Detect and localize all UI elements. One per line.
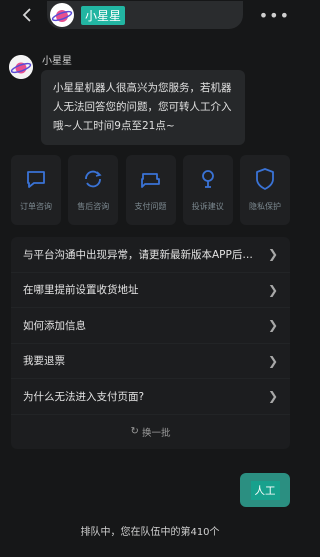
chat-header: 小星星 ••• bbox=[0, 0, 300, 30]
shield-icon bbox=[256, 168, 274, 190]
shortcut-label: 隐私保护 bbox=[249, 202, 281, 211]
lightbulb-icon bbox=[201, 170, 214, 188]
bot-avatar-icon bbox=[9, 55, 33, 79]
faq-item[interactable]: 我要退票 ❯ bbox=[11, 344, 290, 379]
chevron-right-icon: ❯ bbox=[267, 353, 278, 368]
human-agent-label: 人工 bbox=[250, 480, 280, 500]
more-options-icon[interactable]: ••• bbox=[259, 6, 290, 25]
faq-item[interactable]: 为什么无法进入支付页面? ❯ bbox=[11, 379, 290, 415]
faq-question: 如何添加信息 bbox=[23, 319, 86, 332]
queue-status: 排队中，您在队伍中的第410个 bbox=[80, 527, 220, 538]
chevron-right-icon: ❯ bbox=[267, 282, 278, 297]
shortcut-label: 售后咨询 bbox=[77, 202, 110, 211]
refresh-label: 换一批 bbox=[141, 427, 171, 439]
shortcut-feedback[interactable]: 投诉建议 bbox=[182, 155, 233, 225]
faq-item[interactable]: 如何添加信息 ❯ bbox=[11, 308, 290, 344]
refresh-icon: ↻ bbox=[130, 426, 139, 437]
shortcut-aftersale[interactable]: 售后咨询 bbox=[68, 155, 119, 225]
bot-avatar-icon bbox=[50, 3, 74, 27]
refresh-chat-icon bbox=[85, 170, 102, 188]
chevron-right-icon: ❯ bbox=[267, 247, 278, 262]
faq-question: 在哪里提前设置收货地址 bbox=[23, 284, 139, 297]
chevron-right-icon: ❯ bbox=[267, 389, 278, 404]
shortcut-payment[interactable]: 支付问题 bbox=[125, 155, 176, 225]
back-button[interactable] bbox=[17, 5, 37, 25]
chevron-left-icon bbox=[22, 8, 31, 22]
shortcut-privacy[interactable]: 隐私保护 bbox=[240, 155, 290, 225]
wallet-icon bbox=[140, 173, 160, 188]
shortcut-label: 订单咨询 bbox=[20, 202, 52, 211]
header-title: 小星星 bbox=[81, 5, 126, 25]
faq-list: 与平台沟通中出现异常，请更新最新版本APP后再试 ❯ 在哪里提前设置收货地址 ❯… bbox=[11, 237, 290, 449]
faq-question: 与平台沟通中出现异常，请更新最新版本APP后再试 bbox=[23, 248, 259, 261]
faq-item[interactable]: 与平台沟通中出现异常，请更新最新版本APP后再试 ❯ bbox=[11, 237, 290, 273]
sender-name: 小星星 bbox=[42, 56, 72, 67]
refresh-batch-button[interactable]: ↻ 换一批 bbox=[11, 415, 290, 449]
chat-icon bbox=[27, 171, 45, 188]
faq-question: 我要退票 bbox=[23, 355, 65, 368]
shortcut-order[interactable]: 订单咨询 bbox=[11, 155, 61, 225]
message-bubble: 小星星机器人很高兴为您服务，若机器人无法回答您的问题，您可转人工介入哦~人工时间… bbox=[41, 70, 245, 145]
header-profile[interactable]: 小星星 bbox=[47, 1, 243, 29]
shortcut-label: 投诉建议 bbox=[191, 202, 224, 211]
human-agent-button[interactable]: 人工 bbox=[240, 473, 290, 507]
faq-item[interactable]: 在哪里提前设置收货地址 ❯ bbox=[11, 273, 290, 308]
shortcut-label: 支付问题 bbox=[134, 202, 167, 211]
shortcut-bar: 订单咨询 售后咨询 支付问题 投诉建议 隐私保护 bbox=[11, 155, 290, 225]
chevron-right-icon: ❯ bbox=[267, 318, 278, 333]
faq-question: 为什么无法进入支付页面? bbox=[23, 390, 145, 403]
